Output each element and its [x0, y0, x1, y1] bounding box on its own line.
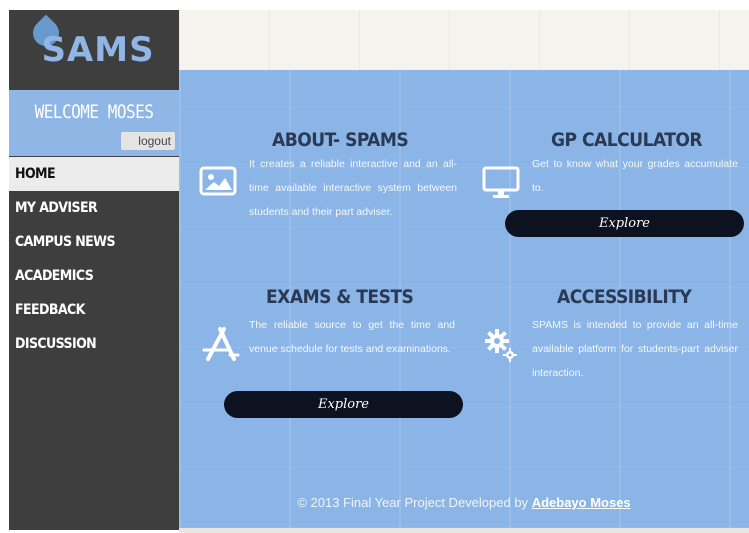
gears-icon — [483, 327, 519, 368]
about-text: It creates a reliable interactive and an… — [249, 158, 457, 218]
sidebar-item-feedback[interactable]: FEEDBACK — [9, 293, 179, 327]
sidebar-item-discussion[interactable]: DISCUSSION — [9, 327, 179, 361]
exams-tests-title: EXAMS & TESTS — [266, 286, 414, 308]
welcome-message: WELCOME MOSES — [34, 100, 154, 123]
about-title: ABOUT- SPAMS — [272, 129, 409, 151]
accessibility-text: SPAMS is intended to provide an all-time… — [532, 319, 738, 379]
footer-text: © 2013 Final Year Project Developed by — [297, 495, 529, 510]
gp-calculator-text: Get to know what your grades accumulate … — [532, 158, 738, 194]
welcome-box: WELCOME MOSES logout — [9, 90, 179, 156]
sidebar-item-campus-news[interactable]: CAMPUS NEWS — [9, 225, 179, 259]
app-logo[interactable]: SAMS — [28, 14, 155, 70]
image-icon — [199, 166, 237, 201]
gp-calculator-title: GP CALCULATOR — [551, 129, 703, 151]
author-link[interactable]: Adebayo Moses — [532, 495, 631, 510]
bottom-strip — [179, 528, 749, 533]
sidebar-item-my-adviser[interactable]: MY ADVISER — [9, 191, 179, 225]
footer: © 2013 Final Year Project Developed by A… — [179, 495, 749, 510]
sidebar: SAMS WELCOME MOSES logout HOME MY ADVISE… — [9, 10, 179, 530]
exams-tests-text: The reliable source to get the time and … — [249, 319, 455, 355]
logout-button[interactable]: logout — [121, 132, 175, 150]
gp-explore-button[interactable]: Explore — [505, 210, 744, 237]
sidebar-item-home[interactable]: HOME — [9, 157, 179, 191]
monitor-icon — [482, 166, 520, 205]
logo-area: SAMS — [9, 10, 179, 90]
exams-explore-button[interactable]: Explore — [224, 391, 463, 418]
sidebar-item-academics[interactable]: ACADEMICS — [9, 259, 179, 293]
logo-text: SAMS — [41, 30, 155, 70]
accessibility-title: ACCESSIBILITY — [557, 286, 692, 308]
header-band — [179, 10, 749, 70]
app-store-icon — [200, 326, 240, 367]
sidebar-nav: HOME MY ADVISER CAMPUS NEWS ACADEMICS FE… — [9, 157, 179, 361]
